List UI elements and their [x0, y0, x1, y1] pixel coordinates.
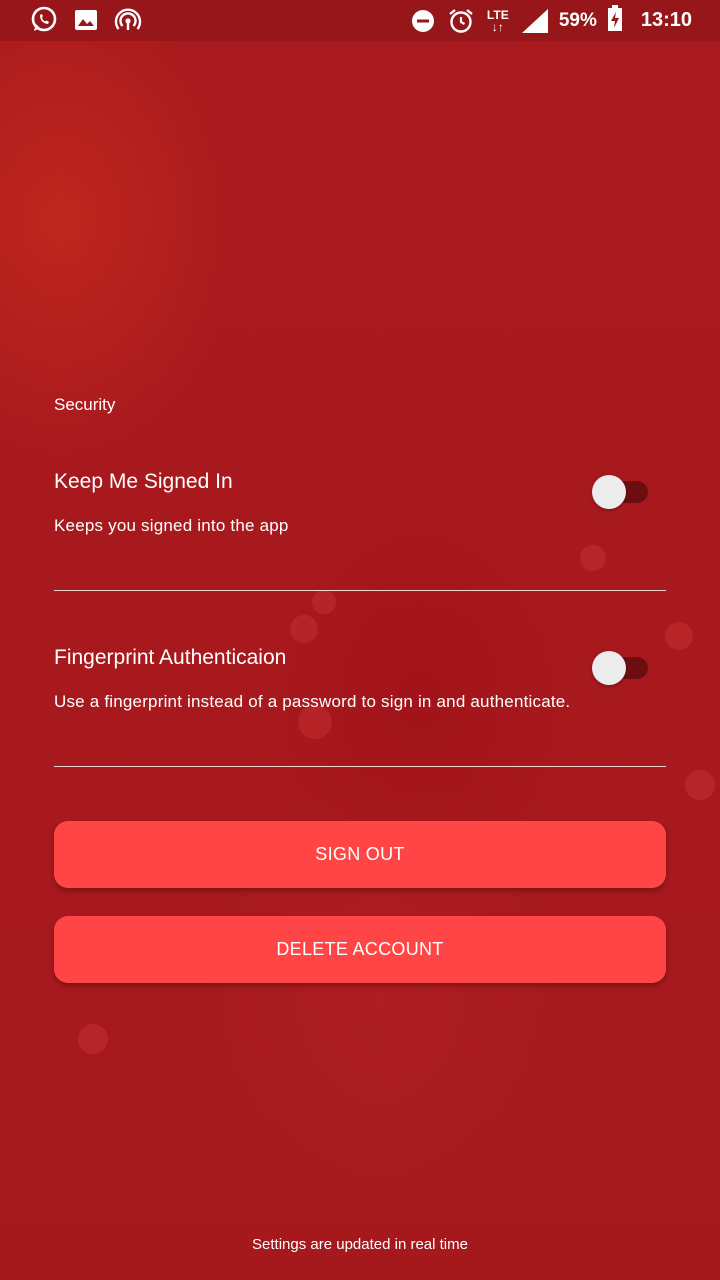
keep-signed-in-title: Keep Me Signed In [54, 470, 233, 493]
sign-out-button[interactable]: SIGN OUT [54, 821, 666, 888]
toggle-thumb [592, 651, 626, 685]
whatsapp-icon [30, 6, 58, 34]
background-image [0, 0, 720, 1280]
divider [54, 766, 666, 767]
section-title-security: Security [54, 395, 116, 414]
keep-signed-in-toggle[interactable] [592, 471, 650, 511]
lte-icon: LTE ↓↑ [486, 7, 509, 34]
hotspot-icon [114, 6, 142, 34]
alarm-icon [447, 7, 475, 35]
fingerprint-title: Fingerprint Authenticaion [54, 646, 287, 669]
delete-account-button[interactable]: DELETE ACCOUNT [54, 916, 666, 983]
signal-icon [521, 7, 549, 35]
status-bar: LTE ↓↑ 59% 13:10 [0, 0, 720, 41]
battery-percentage: 59% [558, 9, 597, 31]
gallery-icon [72, 6, 100, 34]
footer-note: Settings are updated in real time [252, 1236, 468, 1253]
fingerprint-description: Use a fingerprint instead of a password … [54, 692, 571, 711]
do-not-disturb-icon [409, 7, 437, 35]
clock: 13:10 [640, 9, 692, 31]
toggle-thumb [592, 475, 626, 509]
divider [54, 590, 666, 591]
fingerprint-toggle[interactable] [592, 647, 650, 687]
keep-signed-in-description: Keeps you signed into the app [54, 516, 289, 535]
battery-charging-icon [607, 4, 623, 37]
